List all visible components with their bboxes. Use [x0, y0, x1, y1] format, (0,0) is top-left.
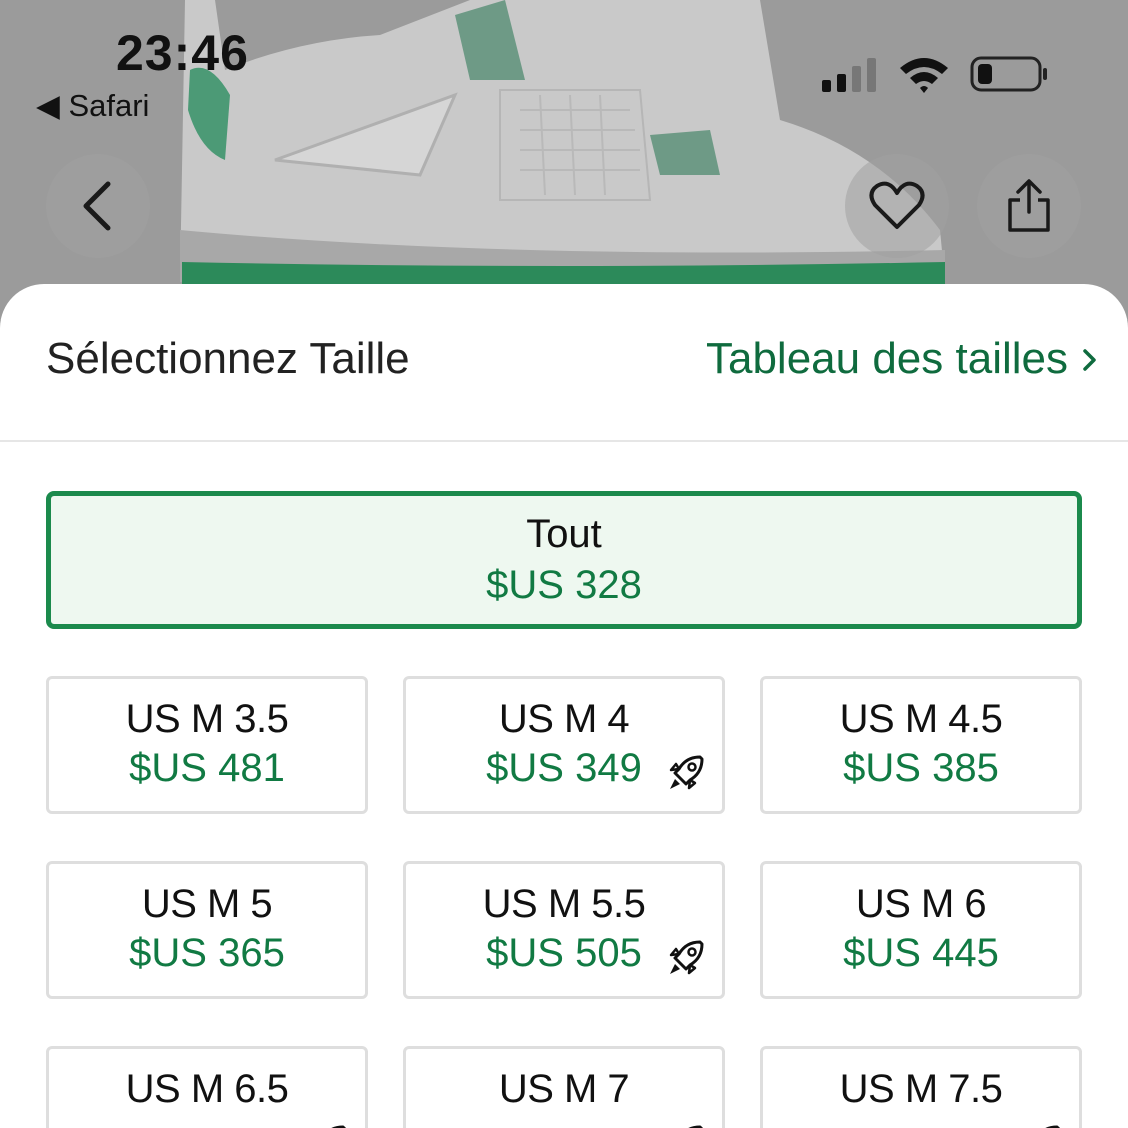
size-option-price: $US 445	[843, 931, 999, 975]
size-option[interactable]: US M 5.5 $US 505	[403, 861, 725, 999]
size-option-label: US M 4	[498, 697, 630, 741]
rocket-icon	[309, 1123, 349, 1128]
sheet-title: Sélectionnez Taille	[46, 334, 410, 383]
back-chevron-icon	[83, 181, 111, 231]
size-option-label: US M 6	[855, 882, 987, 926]
signal-icon	[822, 58, 876, 92]
wifi-icon	[900, 58, 948, 93]
size-option-all[interactable]: Tout $US 328	[46, 491, 1082, 629]
heart-icon	[869, 181, 925, 229]
size-option-price: $US 365	[129, 931, 285, 975]
rocket-icon	[1023, 1123, 1063, 1128]
rocket-icon	[666, 1123, 706, 1128]
rocket-icon	[666, 753, 706, 793]
size-option-price: $US 481	[129, 746, 285, 790]
size-option[interactable]: US M 6.5	[46, 1046, 368, 1128]
size-option-label: US M 7.5	[839, 1067, 1003, 1111]
size-option-label: US M 4.5	[839, 697, 1003, 741]
back-to-app-link[interactable]: ◀ Safari	[36, 88, 149, 124]
status-time: 23:46	[116, 25, 249, 81]
divider	[0, 440, 1128, 442]
size-option-price: $US 385	[843, 746, 999, 790]
size-option-label: US M 3.5	[125, 697, 289, 741]
status-icons	[822, 52, 1052, 96]
size-option[interactable]: US M 4.5 $US 385	[760, 676, 1082, 814]
chevron-right-icon	[1083, 349, 1096, 371]
size-option-price: $US 328	[486, 563, 642, 607]
size-option[interactable]: US M 7.5	[760, 1046, 1082, 1128]
size-chart-label: Tableau des tailles	[705, 334, 1068, 383]
size-option-label: US M 7	[498, 1067, 630, 1111]
size-option[interactable]: US M 7	[403, 1046, 725, 1128]
rocket-icon	[666, 938, 706, 978]
battery-icon	[970, 56, 1047, 92]
size-option[interactable]: US M 4 $US 349	[403, 676, 725, 814]
favorite-button[interactable]	[845, 154, 949, 258]
share-button[interactable]	[977, 154, 1081, 258]
size-option[interactable]: US M 3.5 $US 481	[46, 676, 368, 814]
share-icon	[1008, 179, 1050, 232]
size-option-label: US M 5.5	[482, 882, 646, 926]
size-option-label: US M 5	[141, 882, 273, 926]
size-option[interactable]: US M 6 $US 445	[760, 861, 1082, 999]
size-option-label: US M 6.5	[125, 1067, 289, 1111]
back-button[interactable]	[46, 154, 150, 258]
size-option[interactable]: US M 5 $US 365	[46, 861, 368, 999]
size-chart-link[interactable]: Tableau des tailles	[706, 334, 1098, 384]
size-option-label: Tout	[526, 512, 602, 556]
size-selection-sheet: Sélectionnez Taille Tableau des tailles …	[0, 284, 1128, 1128]
